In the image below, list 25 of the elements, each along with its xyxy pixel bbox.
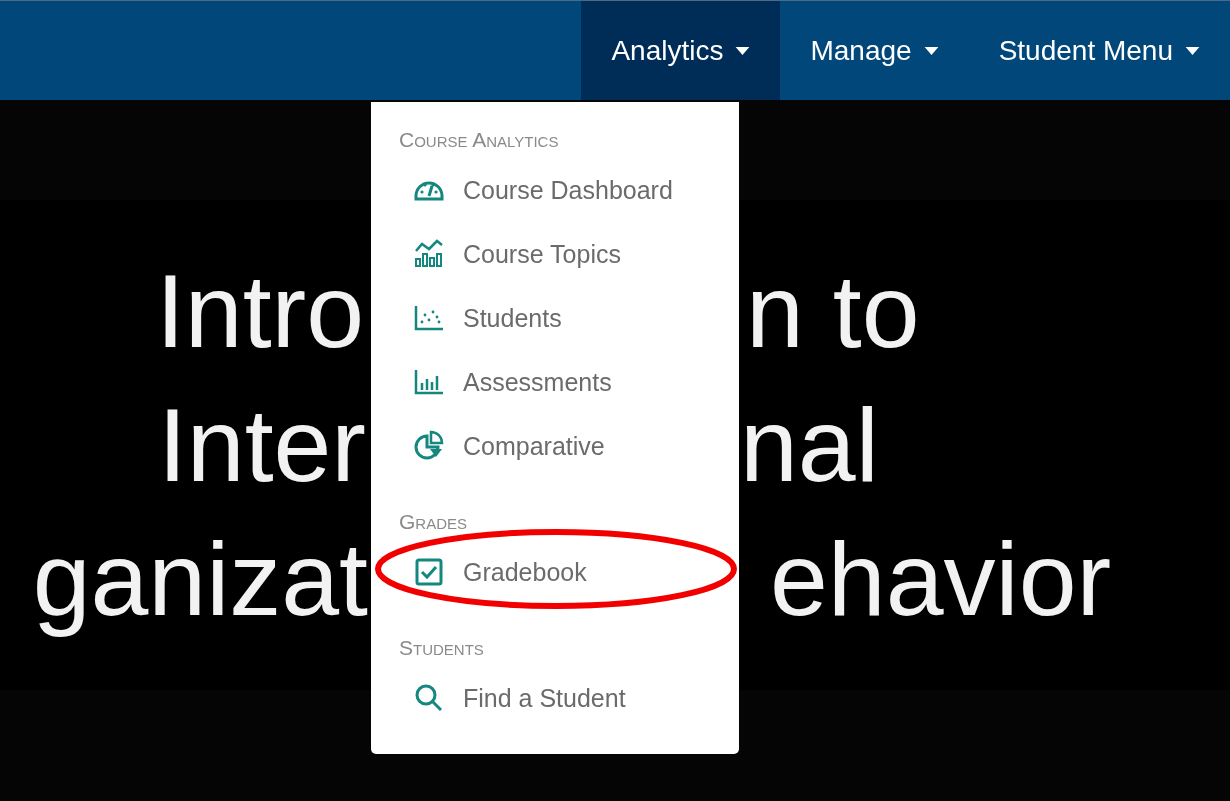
nav-menu-button[interactable]: Manage [780, 1, 969, 100]
menu-item[interactable]: Course Dashboard [399, 174, 673, 206]
checkbox-icon [413, 556, 445, 588]
chart-icon [413, 238, 445, 270]
pie-chart-icon [413, 430, 445, 462]
title-text: Inter [157, 386, 366, 506]
title-text: Intro [155, 252, 364, 372]
caret-icon [1185, 46, 1200, 55]
caret-icon [735, 46, 751, 55]
menu-item[interactable]: Course Topics [399, 238, 621, 270]
nav-menu-button[interactable]: Analytics [581, 1, 781, 100]
caret-icon [923, 46, 939, 55]
menu-item[interactable]: Assessments [399, 366, 612, 398]
section-heading: Students [399, 635, 485, 661]
section-heading: Grades [399, 509, 468, 535]
menu-item[interactable]: Comparative [399, 430, 605, 462]
title-text: nal [740, 387, 879, 504]
nav-menu-button[interactable]: Student Menu [968, 1, 1230, 100]
title-text: n to [746, 253, 920, 370]
menu-item[interactable]: Students [399, 302, 562, 334]
menu-item[interactable]: Find a Student [399, 682, 626, 714]
search-icon [413, 682, 445, 714]
section-heading: Course Analytics [399, 127, 560, 153]
title-text: ehavior [770, 521, 1112, 638]
title-text: ganizat [32, 520, 368, 640]
